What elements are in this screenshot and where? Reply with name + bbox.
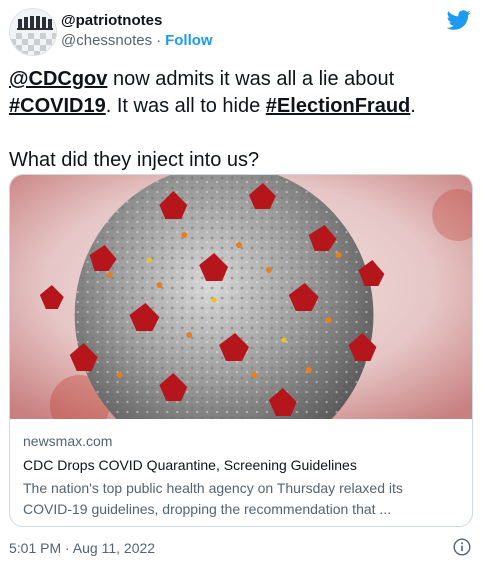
text-segment: . It was all to hide (105, 95, 266, 117)
card-description-line: COVID-19 guidelines, dropping the recomm… (23, 501, 392, 517)
info-icon[interactable] (453, 538, 471, 556)
follow-button[interactable]: Follow (165, 32, 213, 49)
timestamp[interactable]: 5:01 PM · Aug 11, 2022 (9, 538, 475, 558)
tweet-text: @CDCgov now admits it was all a lie abou… (9, 66, 475, 174)
hashtag-link[interactable]: #COVID19 (9, 95, 106, 117)
card-title[interactable]: CDC Drops COVID Quarantine, Screening Gu… (23, 455, 459, 475)
card-description-line: The nation's top public health agency on… (23, 480, 403, 496)
link-card[interactable]: newsmax.com CDC Drops COVID Quarantine, … (9, 174, 473, 527)
text-segment: . (410, 95, 416, 117)
twitter-bird-icon[interactable] (447, 8, 471, 32)
hashtag-link[interactable]: #ElectionFraud (266, 95, 410, 117)
mention-link[interactable]: @CDCgov (9, 68, 107, 90)
card-body: newsmax.com CDC Drops COVID Quarantine, … (10, 419, 472, 520)
handle-row: @chessnotes · Follow (61, 32, 213, 49)
username[interactable]: @chessnotes (61, 32, 152, 49)
display-name[interactable]: @patriotnotes (61, 12, 162, 29)
separator: · (156, 32, 162, 49)
text-segment: now admits it was all a lie about (107, 68, 395, 90)
tweet-header: @patriotnotes @chessnotes · Follow (9, 8, 475, 56)
tweet-footer: 5:01 PM · Aug 11, 2022 (9, 538, 475, 558)
avatar[interactable] (9, 8, 57, 56)
tweet-line-2: What did they inject into us? (9, 149, 260, 171)
virus-image (10, 175, 472, 419)
chess-pieces-icon (10, 9, 56, 55)
tweet-line-1: @CDCgov now admits it was all a lie abou… (9, 66, 475, 120)
card-description: The nation's top public health agency on… (23, 478, 459, 520)
card-domain: newsmax.com (23, 433, 113, 449)
